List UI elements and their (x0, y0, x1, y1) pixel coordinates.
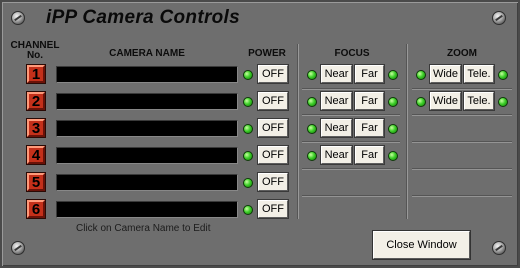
zoom-wide-button[interactable]: Wide (429, 64, 462, 84)
row-separator (302, 88, 400, 90)
power-led-icon (243, 70, 253, 80)
screw-icon (11, 241, 25, 255)
row-separator (412, 141, 512, 143)
channel-number-badge: 1 (26, 64, 46, 84)
power-led-icon (243, 97, 253, 107)
zoom-wide-button[interactable]: Wide (429, 91, 462, 111)
channel-header: CHANNEL No. (10, 40, 60, 61)
row-separator (302, 141, 400, 143)
focus-near-led-icon (307, 124, 317, 134)
focus-far-button[interactable]: Far (354, 64, 385, 84)
screw-icon (492, 241, 506, 255)
camera-name-field[interactable] (56, 93, 238, 110)
camera-name-field[interactable] (56, 201, 238, 218)
camera-name-header: CAMERA NAME (109, 48, 185, 59)
divider (406, 44, 408, 219)
divider (297, 44, 299, 219)
row-separator (302, 168, 400, 170)
zoom-wide-led-icon (416, 97, 426, 107)
power-off-button[interactable]: OFF (257, 64, 289, 84)
focus-far-led-icon (388, 151, 398, 161)
window-title: iPP Camera Controls (46, 7, 240, 28)
channel-number-badge: 6 (26, 199, 46, 219)
focus-near-button[interactable]: Near (320, 118, 353, 138)
camera-name-field[interactable] (56, 120, 238, 137)
focus-near-led-icon (307, 151, 317, 161)
focus-far-led-icon (388, 70, 398, 80)
row-separator (412, 195, 512, 197)
row-separator (412, 168, 512, 170)
zoom-tele-button[interactable]: Tele. (463, 64, 495, 84)
zoom-wide-led-icon (416, 70, 426, 80)
camera-controls-panel: iPP Camera Controls CHANNEL No. CAMERA N… (0, 0, 520, 268)
focus-near-button[interactable]: Near (320, 91, 353, 111)
power-off-button[interactable]: OFF (257, 172, 289, 192)
channel-number-badge: 4 (26, 145, 46, 165)
power-off-button[interactable]: OFF (257, 145, 289, 165)
camera-name-field[interactable] (56, 66, 238, 83)
power-off-button[interactable]: OFF (257, 118, 289, 138)
focus-near-led-icon (307, 70, 317, 80)
power-led-icon (243, 151, 253, 161)
focus-far-button[interactable]: Far (354, 91, 385, 111)
power-off-button[interactable]: OFF (257, 199, 289, 219)
row-separator (302, 195, 400, 197)
focus-near-button[interactable]: Near (320, 145, 353, 165)
focus-far-button[interactable]: Far (354, 145, 385, 165)
channel-number-badge: 2 (26, 91, 46, 111)
camera-name-field[interactable] (56, 147, 238, 164)
camera-name-field[interactable] (56, 174, 238, 191)
power-led-icon (243, 205, 253, 215)
zoom-tele-led-icon (498, 97, 508, 107)
channel-number-badge: 5 (26, 172, 46, 192)
power-off-button[interactable]: OFF (257, 91, 289, 111)
focus-near-led-icon (307, 97, 317, 107)
focus-far-led-icon (388, 97, 398, 107)
focus-header: FOCUS (334, 48, 370, 59)
power-led-icon (243, 178, 253, 188)
zoom-header: ZOOM (447, 48, 477, 59)
screw-icon (11, 11, 25, 25)
power-header: POWER (248, 48, 286, 59)
edit-hint-text: Click on Camera Name to Edit (76, 223, 211, 234)
row-separator (412, 114, 512, 116)
screw-icon (492, 11, 506, 25)
zoom-tele-led-icon (498, 70, 508, 80)
zoom-tele-button[interactable]: Tele. (463, 91, 495, 111)
row-separator (412, 88, 512, 90)
focus-far-button[interactable]: Far (354, 118, 385, 138)
close-window-button[interactable]: Close Window (372, 230, 471, 260)
row-separator (302, 114, 400, 116)
focus-far-led-icon (388, 124, 398, 134)
focus-near-button[interactable]: Near (320, 64, 353, 84)
channel-number-badge: 3 (26, 118, 46, 138)
power-led-icon (243, 124, 253, 134)
